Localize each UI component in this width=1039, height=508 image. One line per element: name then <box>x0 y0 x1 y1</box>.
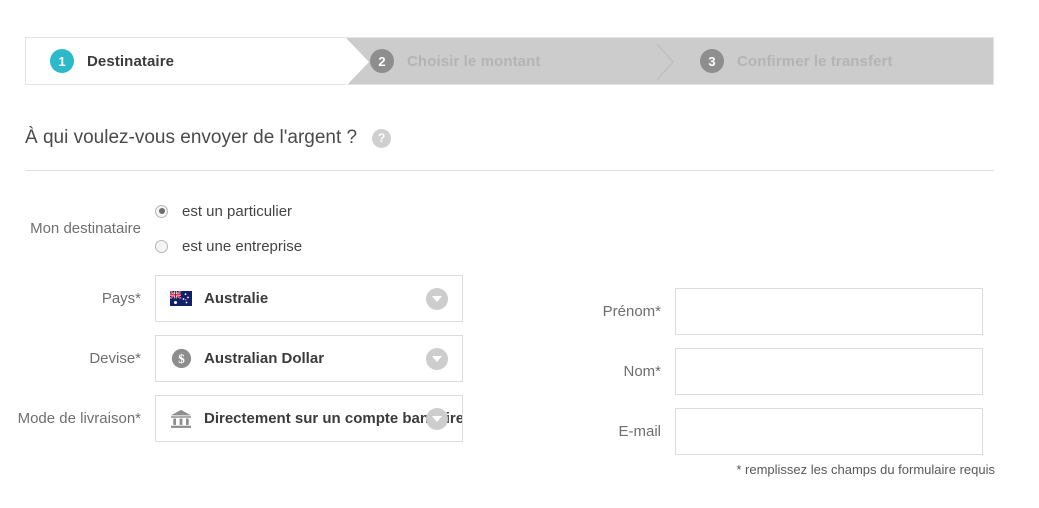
radio-particulier-label: est un particulier <box>182 202 293 220</box>
australia-flag-icon <box>170 288 192 310</box>
first-name-field: Prénom* <box>510 288 1030 335</box>
country-dropdown[interactable]: Australie <box>155 275 463 322</box>
step-1-destinataire[interactable]: 1 Destinataire <box>26 38 369 86</box>
required-fields-note: * remplissez les champs du formulaire re… <box>736 462 995 477</box>
step-2-choisir-le-montant[interactable]: 2 Choisir le montant <box>346 38 676 84</box>
page-heading-row: À qui voulez-vous envoyer de l'argent ? … <box>25 127 392 149</box>
delivery-method-value: Directement sur un compte bancaire <box>204 410 462 427</box>
country-value: Australie <box>204 290 269 307</box>
last-name-label: Nom* <box>623 363 661 380</box>
currency-field: Devise* $ Australian Dollar <box>0 335 500 382</box>
step-2-label: Choisir le montant <box>407 52 541 70</box>
form-right-column: Prénom* Nom* E-mail <box>510 288 1030 468</box>
step-separator-chevron-icon <box>656 43 674 81</box>
step-1-number-badge: 1 <box>50 49 74 73</box>
country-label: Pays* <box>101 290 141 307</box>
currency-chevron-down-icon[interactable] <box>426 347 448 370</box>
step-2-number-badge: 2 <box>370 49 394 73</box>
step-3-number-badge: 3 <box>700 49 724 73</box>
step-3-confirmer-le-transfert[interactable]: 3 Confirmer le transfert <box>676 38 993 84</box>
delivery-method-dropdown[interactable]: Directement sur un compte bancaire <box>155 395 463 442</box>
page-title: À qui voulez-vous envoyer de l'argent ? <box>25 127 358 148</box>
transfer-wizard-page: 1 Destinataire 2 Choisir le montant 3 Co… <box>0 0 1039 508</box>
recipient-type-label: Mon destinataire <box>30 220 141 237</box>
help-question-icon[interactable]: ? <box>372 128 392 148</box>
currency-dropdown[interactable]: $ Australian Dollar <box>155 335 463 382</box>
email-field: E-mail <box>510 408 1030 455</box>
delivery-method-field: Mode de livraison* Directement sur un co… <box>0 395 500 442</box>
recipient-type-field: Mon destinataire est un particulier est … <box>0 196 500 261</box>
delivery-method-chevron-down-icon[interactable] <box>426 407 448 430</box>
radio-particulier-input[interactable] <box>155 204 168 218</box>
heading-divider <box>25 170 994 171</box>
form-left-column: Mon destinataire est un particulier est … <box>0 196 500 455</box>
delivery-method-label: Mode de livraison* <box>17 410 141 427</box>
last-name-input[interactable] <box>675 348 983 395</box>
first-name-label: Prénom* <box>602 303 661 320</box>
email-label: E-mail <box>618 423 661 440</box>
radio-entreprise-label: est une entreprise <box>182 237 303 255</box>
country-field: Pays* Australie <box>0 275 500 322</box>
radio-option-entreprise[interactable]: est une entreprise <box>155 231 302 261</box>
recipient-type-options: est un particulier est une entreprise <box>155 196 302 261</box>
wizard-stepper: 1 Destinataire 2 Choisir le montant 3 Co… <box>25 37 994 86</box>
step-1-label: Destinataire <box>87 52 175 70</box>
last-name-field: Nom* <box>510 348 1030 395</box>
radio-entreprise-input[interactable] <box>155 239 168 253</box>
bank-building-icon <box>170 408 192 430</box>
currency-value: Australian Dollar <box>204 350 325 367</box>
email-input[interactable] <box>675 408 983 455</box>
svg-text:$: $ <box>178 351 185 366</box>
step-3-label: Confirmer le transfert <box>737 52 893 70</box>
country-chevron-down-icon[interactable] <box>426 287 448 310</box>
radio-option-particulier[interactable]: est un particulier <box>155 196 302 226</box>
dollar-coin-icon: $ <box>170 348 192 370</box>
currency-label: Devise* <box>89 350 141 367</box>
first-name-input[interactable] <box>675 288 983 335</box>
